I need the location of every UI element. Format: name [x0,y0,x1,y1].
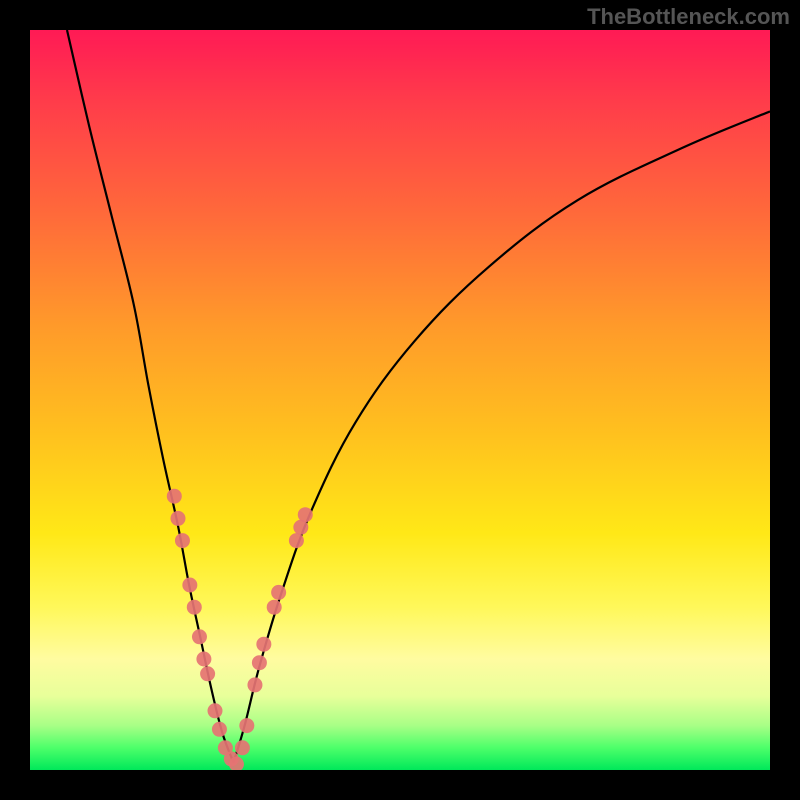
data-point [289,533,304,548]
data-point [167,489,182,504]
data-point [182,578,197,593]
data-point [247,677,262,692]
data-point [212,722,227,737]
data-point [208,703,223,718]
plot-area [30,30,770,770]
data-point [239,718,254,733]
data-point [196,652,211,667]
data-point [175,533,190,548]
data-point [187,600,202,615]
watermark-text: TheBottleneck.com [587,4,790,30]
data-point [200,666,215,681]
data-point [252,655,267,670]
data-point [267,600,282,615]
data-point [235,740,250,755]
data-point [171,511,186,526]
chart-svg [30,30,770,770]
curve-right-branch [234,111,771,762]
data-point [271,585,286,600]
data-point [256,637,271,652]
curve-left-branch [67,30,234,763]
data-point [298,507,313,522]
data-point [192,629,207,644]
data-points-group [167,489,313,770]
